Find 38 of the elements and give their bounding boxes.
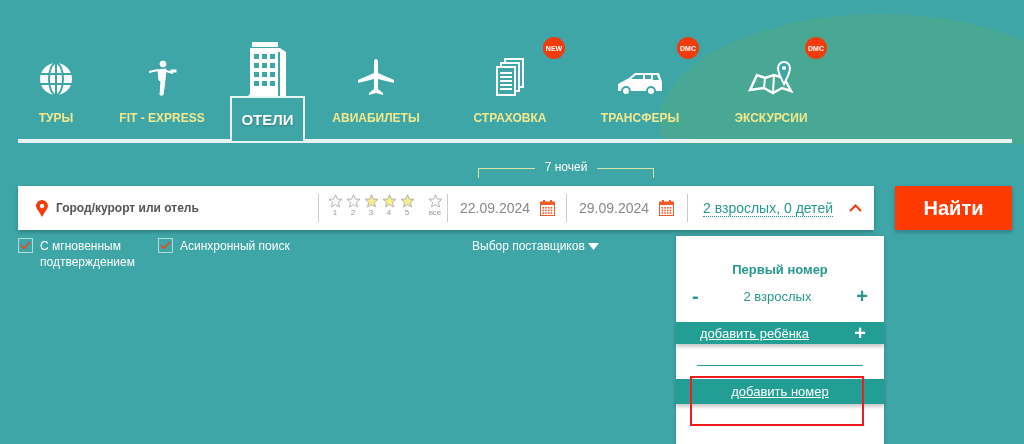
checkbox[interactable] (18, 238, 33, 253)
service-tab[interactable]: АВИАБИЛЕТЫ (305, 96, 447, 139)
location-pin-icon (36, 199, 48, 217)
documents-icon (495, 58, 525, 96)
check-in-date[interactable]: 22.09.2024 (460, 200, 531, 216)
calendar-icon[interactable] (659, 200, 675, 216)
checkbox-label: С мгновенным подтверждением (40, 238, 136, 270)
service-tab[interactable]: ЭКСКУРСИИ (707, 96, 835, 139)
add-room-link[interactable]: добавить номер (731, 384, 829, 399)
destination-field[interactable]: Город/курорт или отель (54, 200, 298, 216)
waiter-icon (147, 60, 177, 96)
checkbox-label: Асинхронный поиск (180, 238, 290, 254)
service-tab[interactable]: СТРАХОВКА (447, 96, 573, 139)
globe-icon (39, 62, 73, 96)
suppliers-dropdown[interactable]: Выбор поставщиков (472, 238, 599, 254)
car-icon (617, 72, 663, 96)
airplane-icon (357, 58, 395, 96)
bracket-line (478, 168, 535, 178)
room-title: Первый номер (732, 262, 828, 277)
checkbox[interactable] (158, 238, 173, 253)
calendar-icon[interactable] (540, 200, 556, 216)
nights-count: 7 ночей (544, 160, 588, 174)
add-child-button[interactable]: + (854, 321, 866, 345)
adults-count: 2 взрослых (743, 289, 812, 304)
increase-button[interactable]: + (856, 285, 868, 308)
bracket-line (597, 168, 654, 178)
add-child-link[interactable]: добавить ребёнка (700, 325, 810, 341)
search-button[interactable]: Найти (895, 186, 1012, 230)
service-tab[interactable]: ОТЕЛИ (230, 95, 305, 141)
caret-icon (587, 242, 599, 250)
decrease-button[interactable]: - (692, 285, 699, 308)
map-pin-icon (748, 58, 794, 96)
chevron-icon[interactable] (849, 204, 862, 212)
check-out-date[interactable]: 29.09.2024 (579, 200, 650, 216)
service-tab[interactable]: ТРАНСФЕРЫ (573, 96, 707, 139)
guests-selector[interactable]: 2 взрослых, 0 детей (703, 199, 833, 217)
service-tab[interactable]: FIT - EXPRESS (94, 96, 230, 139)
service-tab[interactable]: ТУРЫ (18, 96, 94, 139)
